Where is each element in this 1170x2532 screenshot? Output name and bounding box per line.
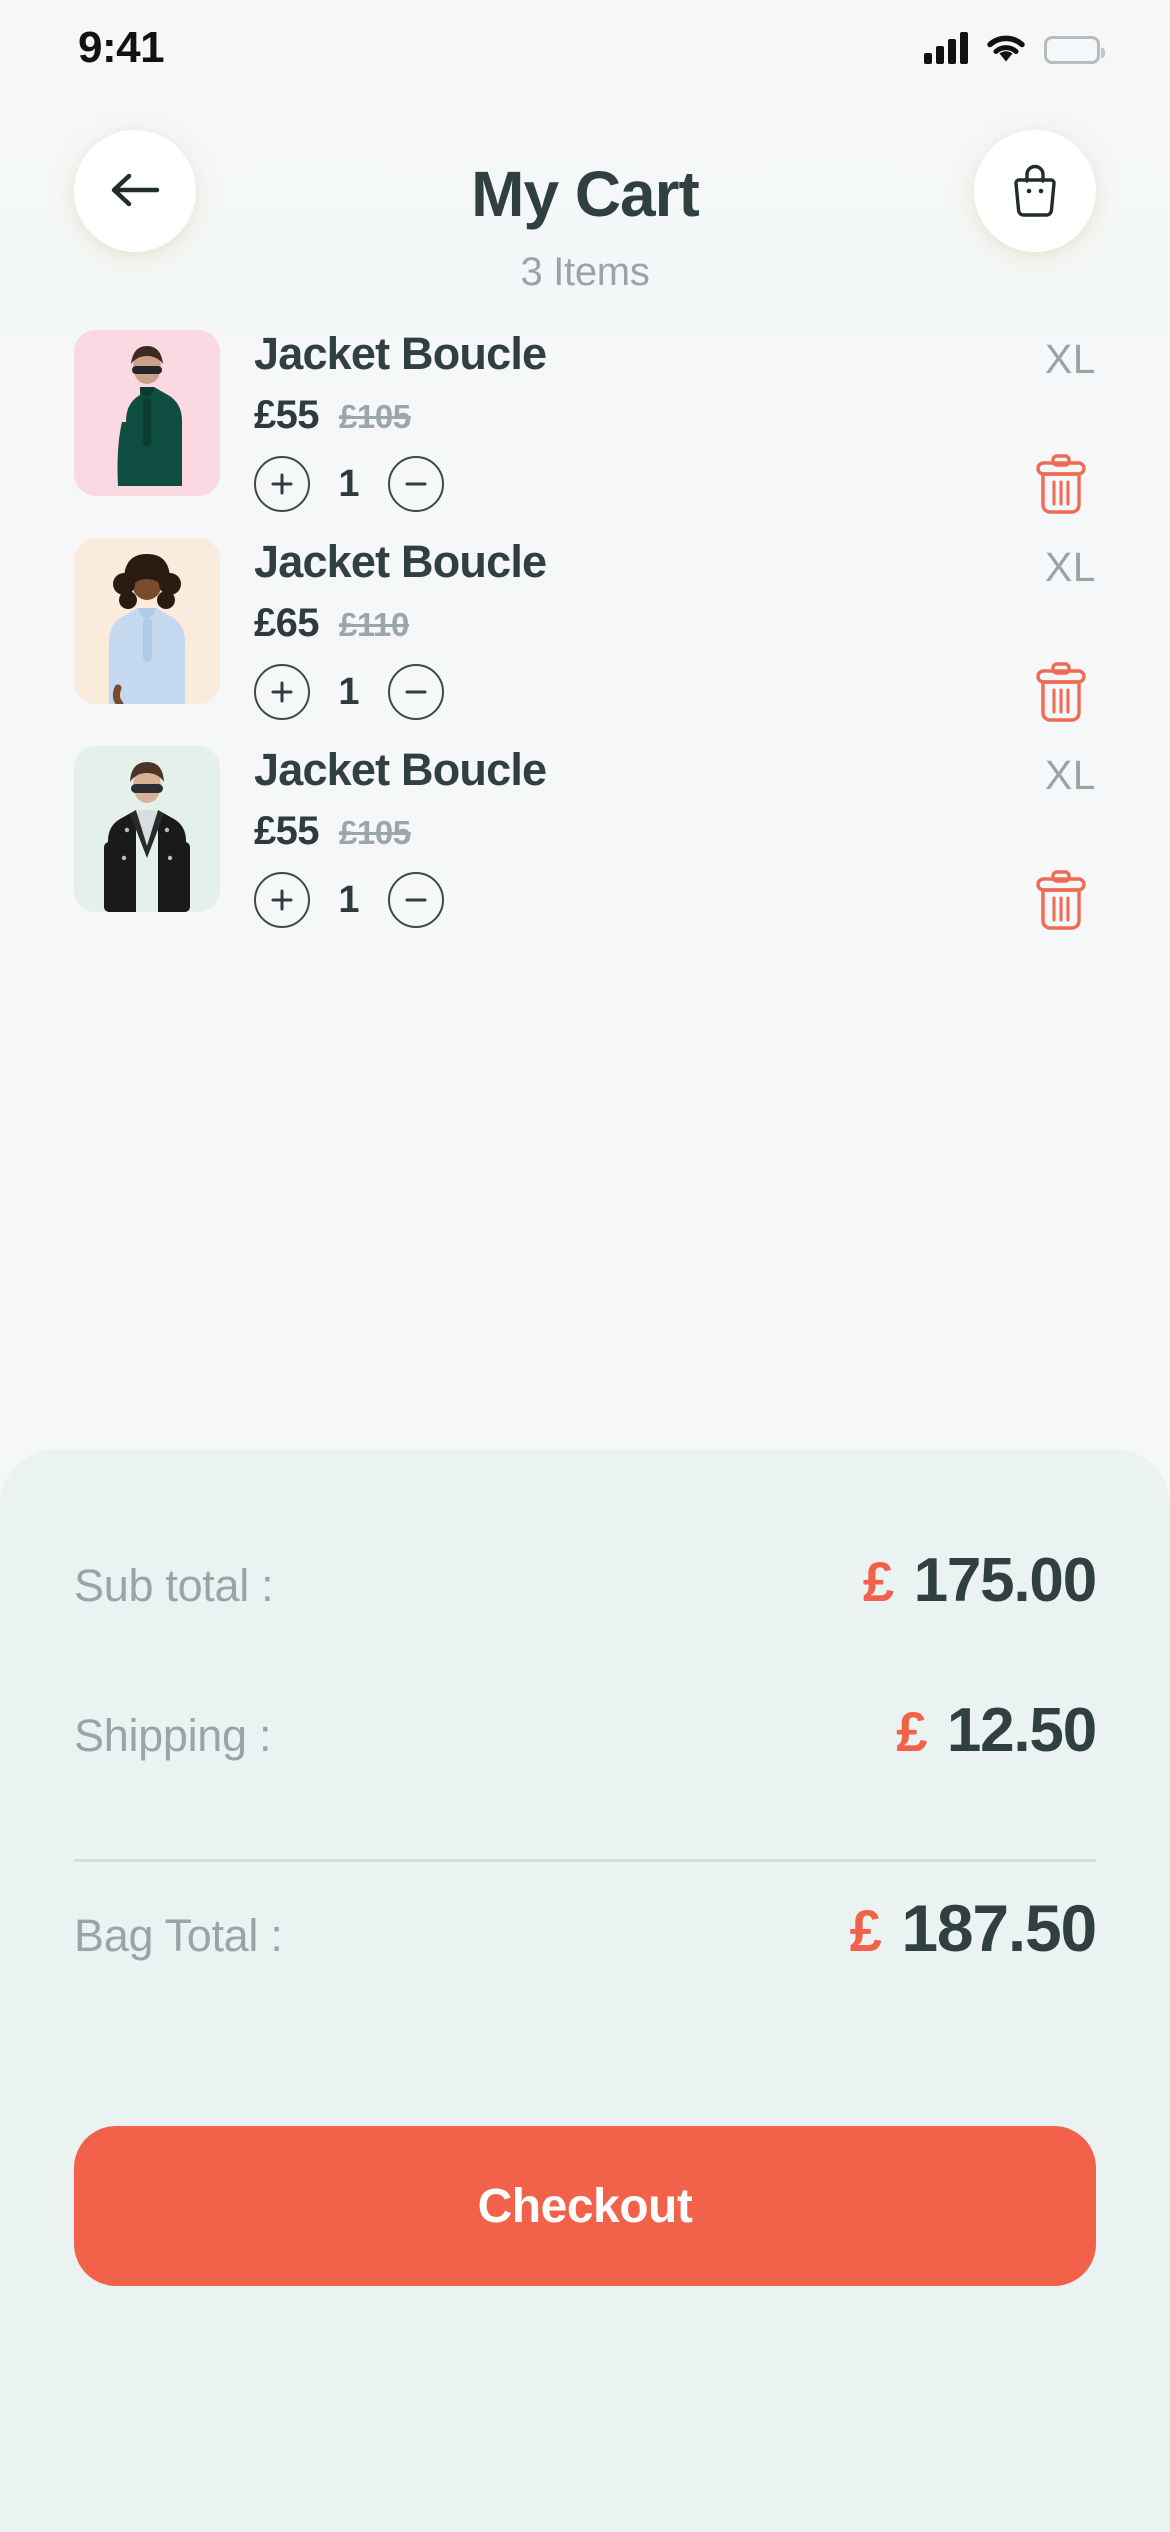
product-price: £55: [254, 809, 320, 854]
order-summary-panel: Sub total : £ 175.00 Shipping : £ 12.50 …: [0, 1449, 1170, 2532]
subtotal-value: £ 175.00: [862, 1545, 1098, 1616]
bag-total-row: Bag Total : £ 187.50: [74, 1890, 1098, 2050]
quantity-stepper: 1: [254, 872, 444, 928]
cart-item-list: Jacket Boucle £55 £105 1 XL Jacket Boucl…: [0, 330, 1170, 954]
product-name: Jacket Boucle: [254, 536, 547, 587]
increase-quantity-button[interactable]: [254, 872, 310, 928]
item-count-subtitle: 3 Items: [520, 250, 650, 294]
product-thumbnail[interactable]: [74, 746, 220, 912]
trash-icon: [1030, 660, 1092, 724]
battery-full-icon: [1044, 35, 1105, 64]
cart-item-row[interactable]: Jacket Boucle £65 £110 1 XL: [0, 538, 1170, 746]
product-original-price: £105: [338, 398, 411, 436]
subtotal-amount: 175.00: [913, 1546, 1098, 1615]
plus-circle-icon: [269, 471, 295, 497]
currency-symbol: £: [862, 1550, 894, 1613]
quantity-value: 1: [338, 878, 360, 921]
product-price: £55: [254, 393, 320, 438]
cart-screen: 9:41 My Cart 3 Items Jacket Boucle £55 £…: [0, 0, 1170, 2532]
shipping-value: £ 12.50: [896, 1695, 1097, 1766]
currency-symbol: £: [896, 1700, 927, 1763]
decrease-quantity-button[interactable]: [388, 664, 444, 720]
quantity-stepper: 1: [254, 664, 444, 720]
product-thumbnail[interactable]: [74, 538, 220, 704]
increase-quantity-button[interactable]: [254, 456, 310, 512]
currency-symbol: £: [849, 1899, 882, 1964]
trash-icon: [1030, 452, 1092, 516]
page-header: My Cart 3 Items: [0, 95, 1170, 330]
product-name: Jacket Boucle: [254, 744, 547, 795]
cellular-signal-icon: [924, 31, 968, 64]
increase-quantity-button[interactable]: [254, 664, 310, 720]
trash-icon: [1030, 868, 1092, 932]
delete-item-button[interactable]: [1030, 452, 1092, 516]
shipping-row: Shipping : £ 12.50: [74, 1695, 1097, 1845]
quantity-value: 1: [338, 670, 360, 713]
product-info: Jacket Boucle £55 £105: [254, 744, 547, 854]
price-line: £55 £105: [254, 393, 546, 438]
cart-item-row[interactable]: Jacket Boucle £55 £105 1 XL: [0, 746, 1170, 954]
status-icons: [924, 31, 1105, 64]
product-info: Jacket Boucle £55 £105: [254, 328, 547, 438]
delete-item-button[interactable]: [1030, 660, 1092, 724]
price-line: £65 £110: [254, 601, 546, 646]
product-info: Jacket Boucle £65 £110: [254, 536, 547, 646]
minus-circle-icon: [403, 471, 429, 497]
status-bar: 9:41: [0, 0, 1170, 95]
minus-circle-icon: [403, 679, 429, 705]
product-size: XL: [1044, 336, 1096, 382]
minus-circle-icon: [403, 887, 429, 913]
bag-total-label: Bag Total :: [74, 1910, 283, 1961]
status-time: 9:41: [78, 22, 165, 72]
quantity-stepper: 1: [254, 456, 444, 512]
decrease-quantity-button[interactable]: [388, 872, 444, 928]
product-thumbnail[interactable]: [74, 330, 220, 496]
shopping-bag-icon: [1010, 162, 1060, 221]
shipping-amount: 12.50: [946, 1696, 1097, 1765]
product-size: XL: [1044, 544, 1096, 590]
quantity-value: 1: [338, 462, 360, 505]
plus-circle-icon: [269, 679, 295, 705]
product-original-price: £105: [338, 814, 411, 852]
price-line: £55 £105: [254, 809, 546, 854]
bag-total-amount: 187.50: [901, 1891, 1097, 1965]
cart-item-row[interactable]: Jacket Boucle £55 £105 1 XL: [0, 330, 1170, 538]
product-original-price: £110: [338, 606, 409, 644]
wifi-icon: [986, 34, 1026, 64]
subtotal-label: Sub total :: [74, 1560, 274, 1611]
product-price: £65: [254, 601, 320, 646]
shipping-label: Shipping :: [74, 1710, 272, 1761]
subtotal-row: Sub total : £ 175.00: [74, 1545, 1098, 1695]
summary-divider: [74, 1859, 1096, 1862]
bag-total-value: £ 187.50: [849, 1890, 1098, 1966]
decrease-quantity-button[interactable]: [388, 456, 444, 512]
shopping-bag-button[interactable]: [974, 130, 1096, 252]
product-size: XL: [1044, 752, 1096, 798]
product-name: Jacket Boucle: [254, 328, 547, 379]
delete-item-button[interactable]: [1030, 868, 1092, 932]
checkout-button[interactable]: Checkout: [74, 2126, 1096, 2286]
plus-circle-icon: [269, 887, 295, 913]
